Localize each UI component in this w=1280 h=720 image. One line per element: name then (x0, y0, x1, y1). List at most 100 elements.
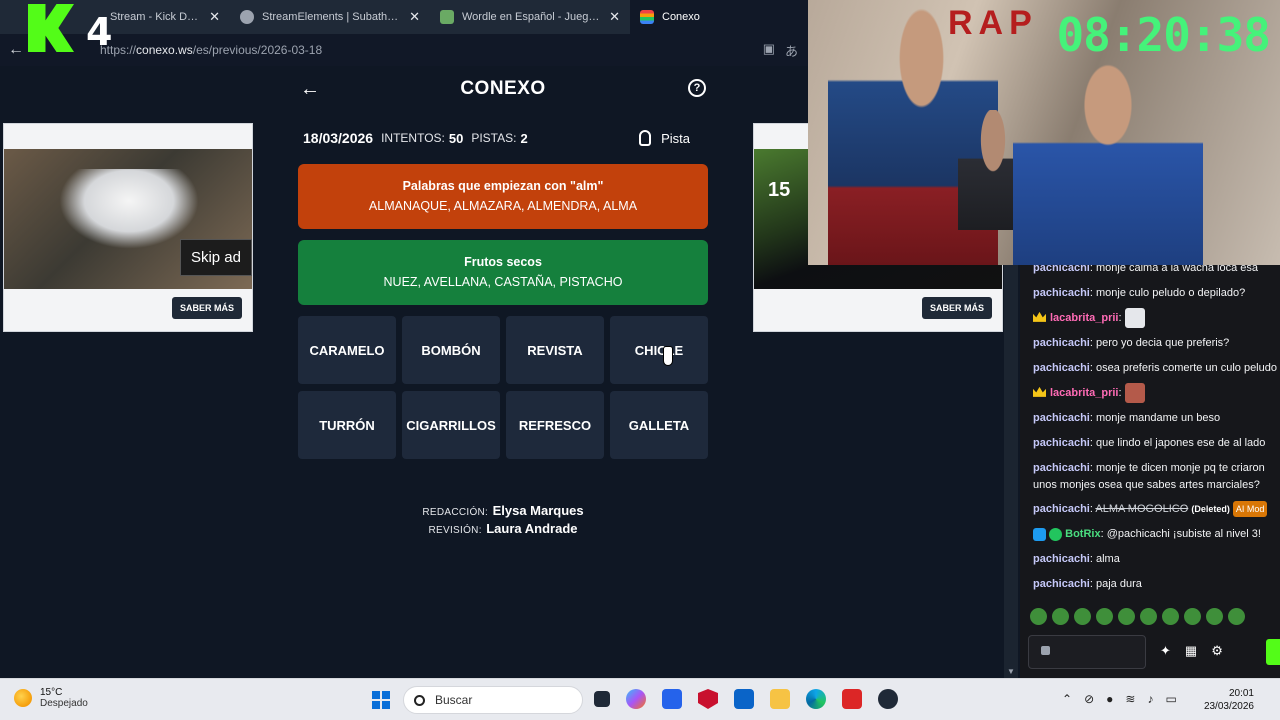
task-view-icon[interactable] (594, 691, 610, 707)
chevron-up-icon[interactable]: ⌃ (1062, 692, 1072, 706)
lightbulb-icon (639, 130, 652, 146)
hint-button[interactable]: Pista (639, 130, 690, 146)
split-screen-icon[interactable]: ▣ (763, 41, 775, 60)
emote-icon[interactable] (1184, 608, 1201, 625)
chat-username[interactable]: lacabrita_prii (1050, 387, 1118, 399)
game-panel: ← CONEXO ? 18/03/2026 INTENTOS: 50 PISTA… (298, 66, 708, 459)
chat-message: pachicachi: osea preferis comerte un cul… (1033, 362, 1277, 374)
url-field[interactable]: https://conexo.ws/es/previous/2026-03-18 (100, 43, 322, 57)
screen: Stream - Kick Dashboard ✕ StreamElements… (0, 0, 1280, 720)
emote-picker-icon[interactable]: ✦ (1160, 643, 1171, 659)
emote-icon[interactable] (1030, 608, 1047, 625)
system-tray: ⌃ ⊘ ● ≋ ♪ ▭ (1062, 692, 1177, 706)
mcafee-icon[interactable] (698, 689, 718, 709)
ad-cta-button[interactable]: SABER MÁS (171, 297, 242, 319)
sun-icon (14, 689, 32, 707)
clock-date: 23/03/2026 (1203, 701, 1254, 712)
group-title: Frutos secos (464, 255, 542, 269)
emote-icon[interactable] (1118, 608, 1135, 625)
scroll-down-icon[interactable]: ▼ (1007, 667, 1015, 676)
close-icon[interactable]: ✕ (209, 9, 220, 25)
store-app-icon[interactable] (662, 689, 682, 709)
word-tile[interactable]: CIGARRILLOS (402, 391, 500, 459)
chat-text: monje mandame un beso (1095, 412, 1221, 424)
game-header: ← CONEXO ? (298, 66, 708, 112)
word-grid: CARAMELO BOMBÓN REVISTA CHICLE TURRÓN CI… (298, 316, 708, 459)
chat-username[interactable]: pachicachi (1033, 265, 1090, 274)
chat-text: monje calma a la wacha loca esa (1095, 265, 1259, 274)
word-tile[interactable]: REVISTA (506, 316, 604, 384)
truck-image (59, 169, 199, 249)
chat-username[interactable]: pachicachi (1033, 503, 1090, 515)
hints-label: PISTAS: (471, 131, 517, 145)
battery-icon[interactable]: ▭ (1165, 692, 1176, 706)
deleted-text: ALMA MOGOLICO (1095, 503, 1189, 515)
chat-username[interactable]: BotRix (1065, 528, 1100, 540)
wifi-icon[interactable]: ≋ (1125, 692, 1135, 706)
volume-icon[interactable]: ♪ (1147, 692, 1153, 706)
store-icon[interactable]: ▦ (1185, 643, 1197, 659)
edge-icon[interactable] (806, 689, 826, 709)
crown-badge-icon (1033, 386, 1046, 397)
app-l-icon[interactable] (842, 689, 862, 709)
subathon-timer: 08:20:38 (1056, 8, 1271, 62)
microphone-icon[interactable]: ● (1106, 692, 1113, 706)
emote-icon[interactable] (1052, 608, 1069, 625)
emote-icon[interactable] (1074, 608, 1091, 625)
emote-icon[interactable] (1096, 608, 1113, 625)
emote-icon[interactable] (1206, 608, 1223, 625)
close-icon[interactable]: ✕ (609, 9, 620, 25)
chat-username[interactable]: pachicachi (1033, 462, 1090, 474)
gear-icon[interactable]: ⚙ (1211, 643, 1223, 659)
weather-widget[interactable]: 15°C Despejado (14, 687, 88, 709)
word-tile[interactable]: CHICLE (610, 316, 708, 384)
solved-group: Palabras que empiezan con "alm" ALMANAQU… (298, 164, 708, 229)
address-icons: ▣ あ (763, 41, 798, 60)
chat-username[interactable]: lacabrita_prii (1050, 312, 1118, 324)
word-tile[interactable]: TURRÓN (298, 391, 396, 459)
taskbar-clock[interactable]: 20:01 23/03/2026 (1204, 687, 1254, 713)
obs-icon[interactable] (878, 689, 898, 709)
word-tile[interactable]: REFRESCO (506, 391, 604, 459)
chat-username[interactable]: pachicachi (1033, 578, 1090, 590)
outlook-icon[interactable] (734, 689, 754, 709)
credit-row: REDACCIÓN: Elysa Marques (298, 502, 708, 520)
emote-icon[interactable] (1228, 608, 1245, 625)
ad-cta-button[interactable]: SABER MÁS (921, 297, 992, 319)
send-button[interactable] (1266, 639, 1280, 665)
tab-label: Wordle en Español - Juego Diario (462, 11, 601, 23)
emote-icon[interactable] (1140, 608, 1157, 625)
chat-text: osea preferis comerte un culo peludo (1095, 362, 1277, 374)
word-tile[interactable]: BOMBÓN (402, 316, 500, 384)
chat-username[interactable]: pachicachi (1033, 412, 1090, 424)
translate-icon[interactable]: あ (785, 41, 798, 60)
file-explorer-icon[interactable] (770, 689, 790, 709)
game-stats: 18/03/2026 INTENTOS: 50 PISTAS: 2 Pista (298, 112, 708, 164)
network-off-icon[interactable]: ⊘ (1084, 692, 1094, 706)
game-date: 18/03/2026 (303, 130, 374, 146)
chat-username[interactable]: pachicachi (1033, 287, 1090, 299)
close-icon[interactable]: ✕ (409, 9, 420, 25)
chat-username[interactable]: pachicachi (1033, 337, 1090, 349)
back-arrow-icon[interactable]: ← (8, 41, 30, 59)
copilot-icon[interactable] (626, 689, 646, 709)
chat-username[interactable]: pachicachi (1033, 553, 1090, 565)
tab-streamelements[interactable]: StreamElements | Subathon Count ✕ (230, 0, 430, 34)
taskbar-search[interactable]: Buscar (403, 686, 583, 714)
chat-username[interactable]: pachicachi (1033, 437, 1090, 449)
address-bar: ← https://conexo.ws/es/previous/2026-03-… (0, 34, 808, 66)
tab-wordle[interactable]: Wordle en Español - Juego Diario ✕ (430, 0, 630, 34)
chat-input[interactable] (1028, 635, 1146, 669)
skip-ad-button[interactable]: Skip ad (179, 239, 252, 276)
chat-message: pachicachi: monje te dicen monje pq te c… (1033, 462, 1265, 474)
group-words: ALMANAQUE, ALMAZARA, ALMENDRA, ALMA (368, 199, 638, 213)
help-icon[interactable]: ? (688, 79, 706, 97)
windows-start-icon[interactable] (372, 691, 390, 709)
word-tile[interactable]: CARAMELO (298, 316, 396, 384)
chat-username[interactable]: pachicachi (1033, 362, 1090, 374)
word-tile[interactable]: GALLETA (610, 391, 708, 459)
emote-icon[interactable] (1162, 608, 1179, 625)
ad-left[interactable]: Skip ad SABER MÁS (3, 123, 253, 332)
tab-conexo[interactable]: Conexo (630, 0, 808, 34)
redaccion-name: Elysa Marques (492, 503, 584, 518)
